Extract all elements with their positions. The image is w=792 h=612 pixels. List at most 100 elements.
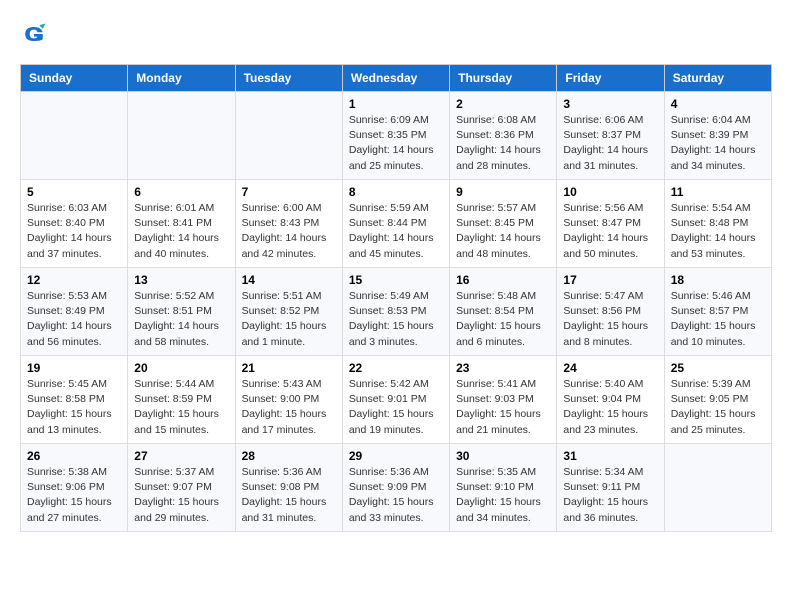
day-number: 16 xyxy=(456,273,550,287)
day-number: 1 xyxy=(349,97,443,111)
day-info: Sunrise: 5:42 AMSunset: 9:01 PMDaylight:… xyxy=(349,377,443,438)
day-number: 22 xyxy=(349,361,443,375)
calendar-cell: 5Sunrise: 6:03 AMSunset: 8:40 PMDaylight… xyxy=(21,180,128,268)
day-info: Sunrise: 5:59 AMSunset: 8:44 PMDaylight:… xyxy=(349,201,443,262)
day-number: 27 xyxy=(134,449,228,463)
day-number: 31 xyxy=(563,449,657,463)
day-info: Sunrise: 5:41 AMSunset: 9:03 PMDaylight:… xyxy=(456,377,550,438)
day-number: 11 xyxy=(671,185,765,199)
calendar-cell: 15 Sunrise: 5:49 AMSunset: 8:53 PMDayligh… xyxy=(342,268,449,356)
calendar-body: 1 Sunrise: 6:09 AMSunset: 8:35 PMDaylight… xyxy=(21,92,772,532)
day-info: Sunrise: 5:48 AMSunset: 8:54 PMDaylight:… xyxy=(456,289,550,350)
calendar-cell: 24 Sunrise: 5:40 AMSunset: 9:04 PMDayligh… xyxy=(557,356,664,444)
day-number: 23 xyxy=(456,361,550,375)
calendar-cell: 27 Sunrise: 5:37 AMSunset: 9:07 PMDayligh… xyxy=(128,444,235,532)
calendar-cell: 12Sunrise: 5:53 AMSunset: 8:49 PMDayligh… xyxy=(21,268,128,356)
day-info: Sunrise: 6:01 AMSunset: 8:41 PMDaylight:… xyxy=(134,201,228,262)
day-number: 18 xyxy=(671,273,765,287)
calendar-cell: 29 Sunrise: 5:36 AMSunset: 9:09 PMDayligh… xyxy=(342,444,449,532)
calendar-cell: 23 Sunrise: 5:41 AMSunset: 9:03 PMDayligh… xyxy=(450,356,557,444)
day-info: Sunrise: 5:34 AMSunset: 9:11 PMDaylight:… xyxy=(563,465,657,526)
calendar-cell xyxy=(128,92,235,180)
day-number: 14 xyxy=(242,273,336,287)
calendar-cell: 19Sunrise: 5:45 AMSunset: 8:58 PMDayligh… xyxy=(21,356,128,444)
logo-icon xyxy=(20,20,48,48)
calendar-cell: 26 Sunrise: 5:38 AMSunset: 9:06 PMDayligh… xyxy=(21,444,128,532)
day-number: 8 xyxy=(349,185,443,199)
day-number: 6 xyxy=(134,185,228,199)
day-number: 4 xyxy=(671,97,765,111)
day-info: Sunrise: 5:51 AMSunset: 8:52 PMDaylight:… xyxy=(242,289,336,350)
header-day-monday: Monday xyxy=(128,65,235,92)
week-row-3: 12Sunrise: 5:53 AMSunset: 8:49 PMDayligh… xyxy=(21,268,772,356)
calendar-cell: 22 Sunrise: 5:42 AMSunset: 9:01 PMDayligh… xyxy=(342,356,449,444)
calendar-cell xyxy=(21,92,128,180)
day-info: Sunrise: 5:54 AMSunset: 8:48 PMDaylight:… xyxy=(671,201,765,262)
header-row: SundayMondayTuesdayWednesdayThursdayFrid… xyxy=(21,65,772,92)
week-row-2: 5Sunrise: 6:03 AMSunset: 8:40 PMDaylight… xyxy=(21,180,772,268)
day-info: Sunrise: 5:39 AMSunset: 9:05 PMDaylight:… xyxy=(671,377,765,438)
page-header xyxy=(20,20,772,48)
day-info: Sunrise: 6:08 AMSunset: 8:36 PMDaylight:… xyxy=(456,113,550,174)
day-number: 10 xyxy=(563,185,657,199)
calendar-cell: 7 Sunrise: 6:00 AMSunset: 8:43 PMDaylight… xyxy=(235,180,342,268)
calendar-cell: 11 Sunrise: 5:54 AMSunset: 8:48 PMDayligh… xyxy=(664,180,771,268)
day-info: Sunrise: 5:38 AMSunset: 9:06 PMDaylight:… xyxy=(27,465,121,526)
day-number: 24 xyxy=(563,361,657,375)
week-row-1: 1 Sunrise: 6:09 AMSunset: 8:35 PMDaylight… xyxy=(21,92,772,180)
logo xyxy=(20,20,54,48)
day-number: 7 xyxy=(242,185,336,199)
day-number: 29 xyxy=(349,449,443,463)
day-info: Sunrise: 5:53 AMSunset: 8:49 PMDaylight:… xyxy=(27,289,121,350)
day-info: Sunrise: 5:47 AMSunset: 8:56 PMDaylight:… xyxy=(563,289,657,350)
day-info: Sunrise: 5:37 AMSunset: 9:07 PMDaylight:… xyxy=(134,465,228,526)
calendar-cell: 17 Sunrise: 5:47 AMSunset: 8:56 PMDayligh… xyxy=(557,268,664,356)
day-info: Sunrise: 5:43 AMSunset: 9:00 PMDaylight:… xyxy=(242,377,336,438)
header-day-friday: Friday xyxy=(557,65,664,92)
day-info: Sunrise: 6:06 AMSunset: 8:37 PMDaylight:… xyxy=(563,113,657,174)
day-number: 15 xyxy=(349,273,443,287)
day-number: 20 xyxy=(134,361,228,375)
week-row-5: 26 Sunrise: 5:38 AMSunset: 9:06 PMDayligh… xyxy=(21,444,772,532)
calendar-cell: 10Sunrise: 5:56 AMSunset: 8:47 PMDayligh… xyxy=(557,180,664,268)
day-info: Sunrise: 5:36 AMSunset: 9:09 PMDaylight:… xyxy=(349,465,443,526)
calendar-cell: 18Sunrise: 5:46 AMSunset: 8:57 PMDayligh… xyxy=(664,268,771,356)
day-info: Sunrise: 5:35 AMSunset: 9:10 PMDaylight:… xyxy=(456,465,550,526)
header-day-sunday: Sunday xyxy=(21,65,128,92)
calendar-cell: 20 Sunrise: 5:44 AMSunset: 8:59 PMDayligh… xyxy=(128,356,235,444)
calendar-cell: 14 Sunrise: 5:51 AMSunset: 8:52 PMDayligh… xyxy=(235,268,342,356)
header-day-saturday: Saturday xyxy=(664,65,771,92)
day-number: 13 xyxy=(134,273,228,287)
calendar-cell: 13Sunrise: 5:52 AMSunset: 8:51 PMDayligh… xyxy=(128,268,235,356)
day-number: 26 xyxy=(27,449,121,463)
day-number: 3 xyxy=(563,97,657,111)
day-info: Sunrise: 5:44 AMSunset: 8:59 PMDaylight:… xyxy=(134,377,228,438)
day-info: Sunrise: 5:45 AMSunset: 8:58 PMDaylight:… xyxy=(27,377,121,438)
day-info: Sunrise: 5:57 AMSunset: 8:45 PMDaylight:… xyxy=(456,201,550,262)
calendar-cell: 1 Sunrise: 6:09 AMSunset: 8:35 PMDaylight… xyxy=(342,92,449,180)
calendar-cell xyxy=(664,444,771,532)
calendar-cell: 28Sunrise: 5:36 AMSunset: 9:08 PMDayligh… xyxy=(235,444,342,532)
day-number: 9 xyxy=(456,185,550,199)
calendar-cell: 30Sunrise: 5:35 AMSunset: 9:10 PMDayligh… xyxy=(450,444,557,532)
day-number: 17 xyxy=(563,273,657,287)
calendar-cell: 16 Sunrise: 5:48 AMSunset: 8:54 PMDayligh… xyxy=(450,268,557,356)
header-day-tuesday: Tuesday xyxy=(235,65,342,92)
day-info: Sunrise: 5:40 AMSunset: 9:04 PMDaylight:… xyxy=(563,377,657,438)
day-info: Sunrise: 6:04 AMSunset: 8:39 PMDaylight:… xyxy=(671,113,765,174)
calendar-table: SundayMondayTuesdayWednesdayThursdayFrid… xyxy=(20,64,772,532)
day-info: Sunrise: 6:09 AMSunset: 8:35 PMDaylight:… xyxy=(349,113,443,174)
calendar-cell: 21 Sunrise: 5:43 AMSunset: 9:00 PMDayligh… xyxy=(235,356,342,444)
calendar-cell: 25 Sunrise: 5:39 AMSunset: 9:05 PMDayligh… xyxy=(664,356,771,444)
calendar-cell xyxy=(235,92,342,180)
day-info: Sunrise: 6:00 AMSunset: 8:43 PMDaylight:… xyxy=(242,201,336,262)
day-number: 25 xyxy=(671,361,765,375)
calendar-header: SundayMondayTuesdayWednesdayThursdayFrid… xyxy=(21,65,772,92)
day-number: 5 xyxy=(27,185,121,199)
calendar-cell: 6 Sunrise: 6:01 AMSunset: 8:41 PMDaylight… xyxy=(128,180,235,268)
day-number: 21 xyxy=(242,361,336,375)
calendar-cell: 3 Sunrise: 6:06 AMSunset: 8:37 PMDaylight… xyxy=(557,92,664,180)
day-info: Sunrise: 5:49 AMSunset: 8:53 PMDaylight:… xyxy=(349,289,443,350)
day-info: Sunrise: 5:36 AMSunset: 9:08 PMDaylight:… xyxy=(242,465,336,526)
header-day-thursday: Thursday xyxy=(450,65,557,92)
